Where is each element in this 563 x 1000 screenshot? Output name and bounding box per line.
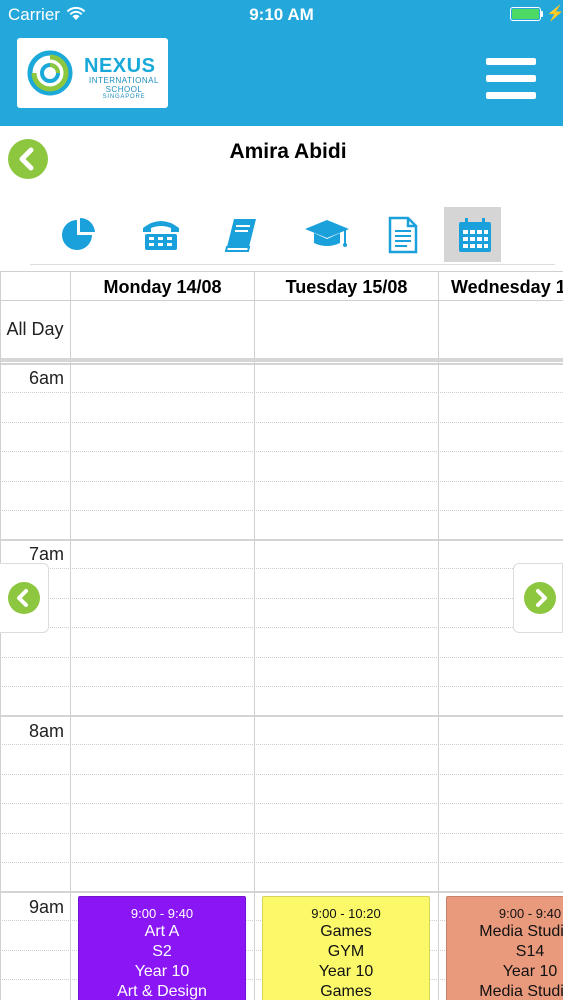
chevron-left-icon	[17, 589, 28, 607]
slot-gridline	[0, 803, 563, 804]
slot-gridline	[0, 481, 563, 482]
slot-gridline	[0, 392, 563, 393]
app-header: NEXUS INTERNATIONAL SCHOOL SINGAPORE	[0, 28, 563, 126]
graduation-cap-icon	[305, 220, 349, 247]
calendar-icon	[459, 218, 491, 252]
slot-gridline	[0, 627, 563, 628]
status-time: 9:10 AM	[249, 5, 314, 24]
timetable-event[interactable]: 9:00 - 10:20 Games GYM Year 10 Games	[262, 896, 430, 1000]
slot-gridline	[0, 744, 563, 745]
telephone-icon	[143, 221, 179, 250]
document-icon	[388, 216, 418, 254]
hour-gridline	[0, 891, 563, 893]
day-header[interactable]: Monday 14/08	[71, 272, 254, 300]
event-subject: Games	[320, 983, 372, 1000]
hour-gridline	[0, 363, 563, 365]
day-header[interactable]: Tuesday 15/08	[255, 272, 438, 300]
slot-gridline	[0, 598, 563, 599]
hour-gridline	[0, 715, 563, 717]
event-time: 9:00 - 10:20	[311, 906, 381, 921]
pie-chart-icon	[62, 217, 95, 250]
all-day-row: All Day	[0, 300, 563, 362]
tab-subjects[interactable]	[210, 207, 267, 262]
chevron-right-icon	[536, 589, 547, 607]
timetable-event[interactable]: 9:00 - 9:40 Media Studies S14 Year 10 Me…	[446, 896, 563, 1000]
week-calendar[interactable]: Monday 14/08 Tuesday 15/08 Wednesday 16/…	[0, 271, 563, 1000]
event-subject: Media Studies	[479, 983, 563, 1000]
hour-gridline	[0, 539, 563, 541]
tab-academics[interactable]	[291, 207, 349, 262]
hour-label: 9am	[28, 897, 64, 917]
tab-overview[interactable]	[48, 207, 105, 262]
menu-line-icon	[486, 58, 536, 65]
event-title: Games	[320, 923, 372, 940]
hour-label: 6am	[28, 368, 64, 388]
slot-gridline	[0, 833, 563, 834]
logo-swirl-icon	[27, 50, 73, 96]
tab-reports[interactable]	[372, 207, 429, 262]
event-year: Year 10	[318, 963, 374, 980]
event-room: GYM	[327, 943, 365, 960]
slot-gridline	[0, 862, 563, 863]
event-time: 9:00 - 9:40	[130, 906, 194, 921]
slot-gridline	[0, 657, 563, 658]
page-title: Amira Abidi	[229, 140, 347, 163]
event-year: Year 10	[134, 963, 190, 980]
section-tabs	[30, 207, 555, 265]
menu-line-icon	[486, 92, 536, 99]
hamburger-menu-button[interactable]	[486, 58, 536, 100]
school-logo[interactable]: NEXUS INTERNATIONAL SCHOOL SINGAPORE	[17, 38, 168, 108]
slot-gridline	[0, 774, 563, 775]
slot-gridline	[0, 510, 563, 511]
event-year: Year 10	[502, 963, 558, 980]
status-bar: Carrier 9:10 AM ⚡	[0, 0, 563, 28]
slot-gridline	[0, 451, 563, 452]
charging-icon: ⚡	[546, 5, 563, 22]
slot-gridline	[0, 422, 563, 423]
event-room: S2	[152, 943, 172, 960]
previous-week-button[interactable]	[0, 563, 49, 633]
event-title: Art A	[144, 923, 180, 940]
book-icon	[224, 219, 256, 252]
event-subject: Art & Design	[117, 983, 207, 1000]
event-time: 9:00 - 9:40	[498, 906, 562, 921]
tab-contacts[interactable]	[129, 207, 186, 262]
event-room: S14	[515, 943, 545, 960]
slot-gridline	[0, 686, 563, 687]
day-header-row: Monday 14/08 Tuesday 15/08 Wednesday 16/…	[0, 271, 563, 301]
logo-name: NEXUS	[84, 55, 156, 77]
menu-line-icon	[486, 75, 536, 82]
timetable-event[interactable]: 9:00 - 9:40 Art A S2 Year 10 Art & Desig…	[78, 896, 246, 1000]
next-week-button[interactable]	[513, 563, 563, 633]
event-title: Media Studies	[479, 923, 563, 940]
logo-subtitle: INTERNATIONAL SCHOOL	[89, 76, 159, 94]
day-header[interactable]: Wednesday 16/08	[439, 272, 563, 300]
hour-label: 7am	[28, 544, 64, 564]
tab-timetable[interactable]	[444, 207, 501, 262]
battery-icon	[510, 7, 541, 21]
slot-gridline	[0, 568, 563, 569]
hour-label: 8am	[28, 721, 64, 741]
all-day-label: All Day	[6, 319, 64, 339]
logo-city: SINGAPORE	[102, 94, 146, 100]
